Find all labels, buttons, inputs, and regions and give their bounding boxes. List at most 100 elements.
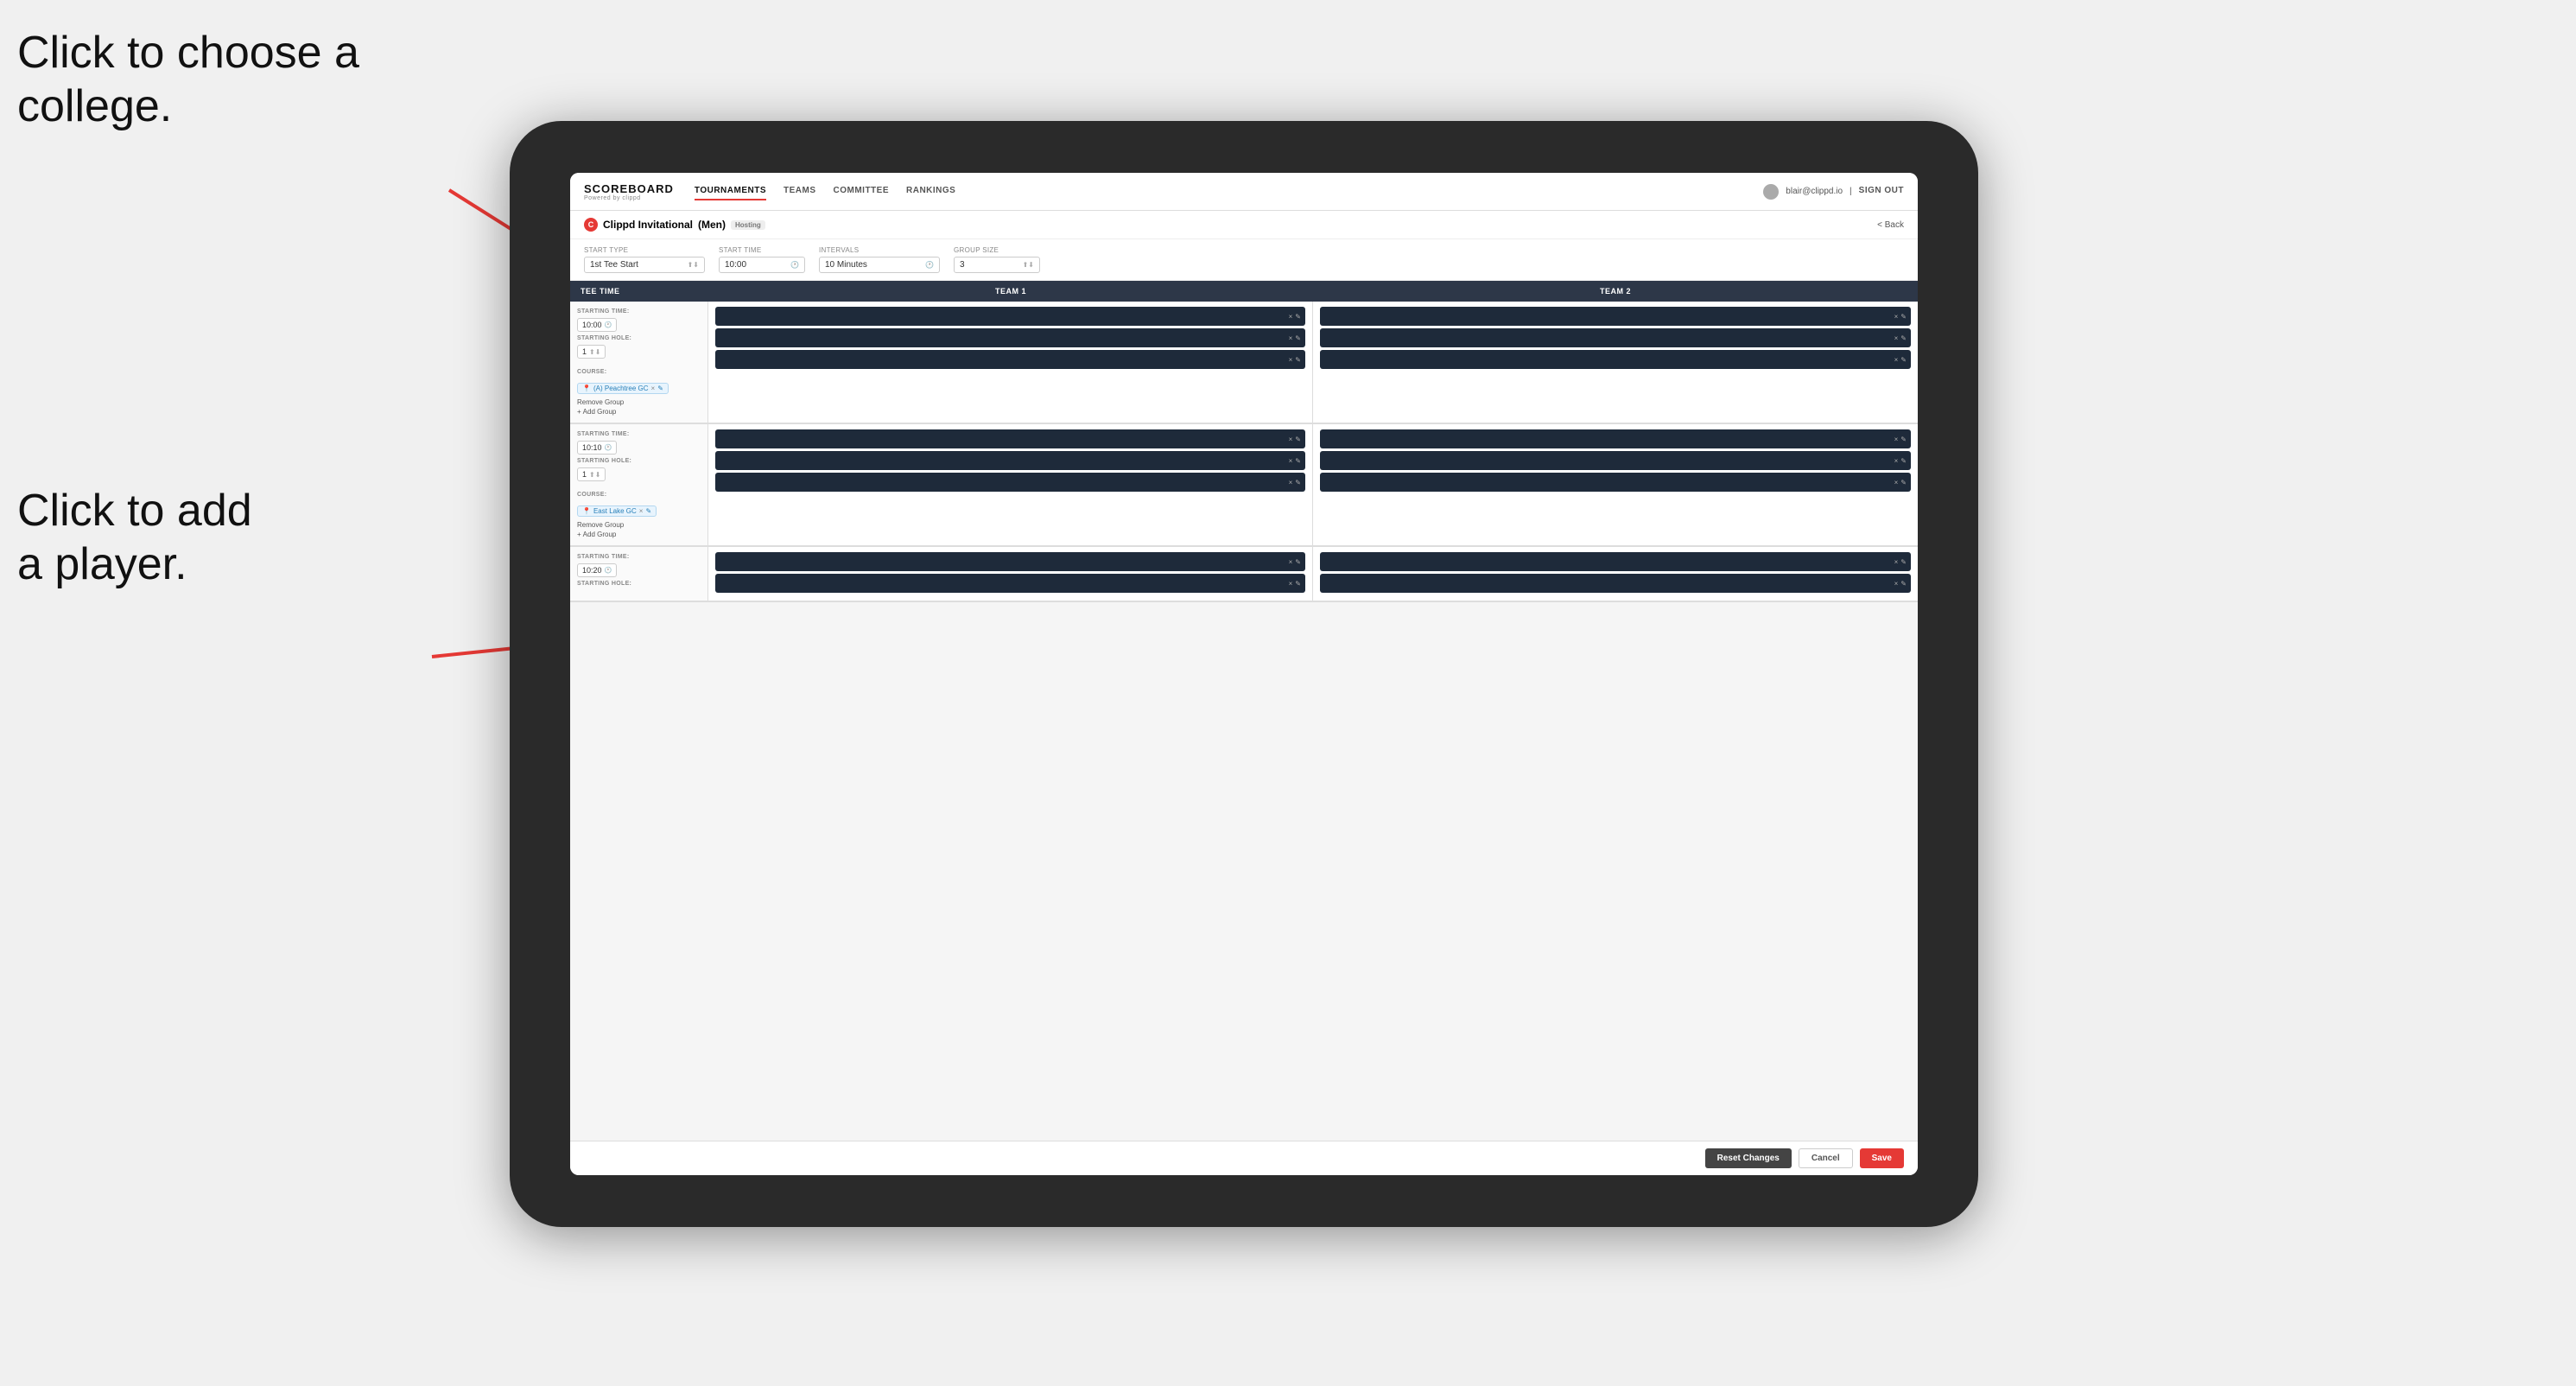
pb-x-1-t2-2[interactable]: × [1894,334,1899,342]
pb-edit-2-t2-1[interactable]: ✎ [1900,436,1907,443]
start-type-arrow-icon: ⬆⬇ [688,261,699,269]
pb-edit-1-t1-1[interactable]: ✎ [1295,313,1301,321]
course-remove-1[interactable]: × [651,385,656,392]
pb-x-2-t2-3[interactable]: × [1894,479,1899,486]
pb-edit-2-t2-3[interactable]: ✎ [1900,479,1907,486]
top-nav: SCOREBOARD Powered by clippd TOURNAMENTS… [570,173,1918,211]
player-bar-1-t1-3[interactable]: × ✎ [715,350,1305,369]
course-remove-2[interactable]: × [639,507,644,515]
pb-x-1-t2-1[interactable]: × [1894,313,1899,321]
pb-edit-2-t1-1[interactable]: ✎ [1295,436,1301,443]
pb-edit-2-t2-2[interactable]: ✎ [1900,457,1907,465]
pb-x-3-t2-2[interactable]: × [1894,580,1899,588]
starting-time-label-1: STARTING TIME: [577,308,629,315]
player-bar-1-t2-2[interactable]: × ✎ [1320,328,1911,347]
nav-rankings[interactable]: RANKINGS [906,182,955,200]
cancel-button[interactable]: Cancel [1799,1148,1853,1168]
start-time-input[interactable]: 10:00 🕐 [719,257,805,273]
nav-tournaments[interactable]: TOURNAMENTS [695,182,766,200]
reset-button[interactable]: Reset Changes [1705,1148,1792,1168]
player-bar-3-t2-1[interactable]: × ✎ [1320,552,1911,571]
pb-x-2-t2-1[interactable]: × [1894,436,1899,443]
player-bar-2-t2-2[interactable]: × ✎ [1320,451,1911,470]
starting-hole-field-2[interactable]: 1 ⬆⬇ [577,467,606,481]
starting-hole-field-1[interactable]: 1 ⬆⬇ [577,345,606,359]
pb-edit-1-t2-1[interactable]: ✎ [1900,313,1907,321]
nav-teams[interactable]: TEAMS [784,182,816,200]
player-bar-2-t2-3[interactable]: × ✎ [1320,473,1911,492]
form-section: Start Type 1st Tee Start ⬆⬇ Start Time 1… [570,239,1918,281]
pb-x-2-t1-2[interactable]: × [1289,457,1293,465]
course-tag-1[interactable]: 📍 (A) Peachtree GC × ✎ [577,383,669,394]
pb-x-2-t1-3[interactable]: × [1289,479,1293,486]
tournament-title: C Clippd Invitational (Men) Hosting [584,218,765,232]
intervals-group: Intervals 10 Minutes 🕐 [819,246,940,273]
pb-edit-2-t1-2[interactable]: ✎ [1295,457,1301,465]
pb-edit-3-t2-1[interactable]: ✎ [1900,558,1907,566]
starting-time-row-1: STARTING TIME: [577,308,701,315]
annotation-top-line2: college. [17,81,172,131]
start-type-select[interactable]: 1st Tee Start ⬆⬇ [584,257,705,273]
intervals-select[interactable]: 10 Minutes 🕐 [819,257,940,273]
course-tag-2[interactable]: 📍 East Lake GC × ✎ [577,505,657,517]
pb-x-1-t1-3[interactable]: × [1289,356,1293,364]
tee-row-2-team1: × ✎ × ✎ × ✎ [708,424,1313,545]
add-group-1[interactable]: + Add Group [577,408,701,416]
col-team1: Team 1 [708,281,1313,302]
pb-x-3-t1-2[interactable]: × [1289,580,1293,588]
player-bar-3-t1-2[interactable]: × ✎ [715,574,1305,593]
pb-edit-1-t1-3[interactable]: ✎ [1295,356,1301,364]
nav-right: blair@clippd.io | Sign out [1763,182,1904,200]
sign-out-link[interactable]: Sign out [1859,182,1904,200]
pb-edit-2-t1-3[interactable]: ✎ [1295,479,1301,486]
pb-x-1-t2-3[interactable]: × [1894,356,1899,364]
course-edit-1[interactable]: ✎ [657,385,663,392]
remove-group-2[interactable]: Remove Group [577,521,701,529]
pb-x-3-t2-1[interactable]: × [1894,558,1899,566]
tournament-name: Clippd Invitational [603,219,693,231]
pb-x-2-t2-2[interactable]: × [1894,457,1899,465]
remove-group-1[interactable]: Remove Group [577,398,701,406]
add-group-2[interactable]: + Add Group [577,531,701,538]
tablet-device: SCOREBOARD Powered by clippd TOURNAMENTS… [510,121,1978,1227]
pb-edit-3-t1-2[interactable]: ✎ [1295,580,1301,588]
pb-x-2-t1-1[interactable]: × [1289,436,1293,443]
player-bar-2-t1-3[interactable]: × ✎ [715,473,1305,492]
starting-time-field-2[interactable]: 10:10 🕐 [577,441,617,455]
start-time-value: 10:00 [725,260,746,270]
player-bar-1-t1-1[interactable]: × ✎ [715,307,1305,326]
separator: | [1850,187,1852,196]
player-bar-2-t1-2[interactable]: × ✎ [715,451,1305,470]
group-size-value: 3 [960,260,965,270]
starting-time-field-1[interactable]: 10:00 🕐 [577,318,617,332]
player-bar-2-t1-1[interactable]: × ✎ [715,429,1305,448]
nav-committee[interactable]: COMMITTEE [834,182,890,200]
group-size-select[interactable]: 3 ⬆⬇ [954,257,1040,273]
player-bar-3-t2-2[interactable]: × ✎ [1320,574,1911,593]
pb-edit-3-t2-2[interactable]: ✎ [1900,580,1907,588]
intervals-value: 10 Minutes [825,260,867,270]
sub-header: C Clippd Invitational (Men) Hosting < Ba… [570,211,1918,239]
player-bar-1-t2-3[interactable]: × ✎ [1320,350,1911,369]
course-edit-2[interactable]: ✎ [645,507,651,515]
action-links-1: Remove Group + Add Group [577,398,701,416]
pb-edit-1-t1-2[interactable]: ✎ [1295,334,1301,342]
back-button[interactable]: < Back [1877,220,1904,230]
save-button[interactable]: Save [1860,1148,1904,1168]
col-team2: Team 2 [1313,281,1918,302]
hole-arrow-1: ⬆⬇ [589,348,600,356]
pb-x-3-t1-1[interactable]: × [1289,558,1293,566]
pb-x-1-t1-1[interactable]: × [1289,313,1293,321]
pb-edit-1-t2-2[interactable]: ✎ [1900,334,1907,342]
player-bar-3-t1-1[interactable]: × ✎ [715,552,1305,571]
pb-x-1-t1-2[interactable]: × [1289,334,1293,342]
player-bar-1-t1-2[interactable]: × ✎ [715,328,1305,347]
starting-time-field-3[interactable]: 10:20 🕐 [577,563,617,577]
pb-edit-3-t1-1[interactable]: ✎ [1295,558,1301,566]
hole-arrow-2: ⬆⬇ [589,471,600,479]
starting-hole-label-1: STARTING HOLE: [577,335,631,341]
player-bar-1-t2-1[interactable]: × ✎ [1320,307,1911,326]
player-bar-2-t2-1[interactable]: × ✎ [1320,429,1911,448]
pb-edit-1-t2-3[interactable]: ✎ [1900,356,1907,364]
tournament-gender: (Men) [698,219,726,231]
